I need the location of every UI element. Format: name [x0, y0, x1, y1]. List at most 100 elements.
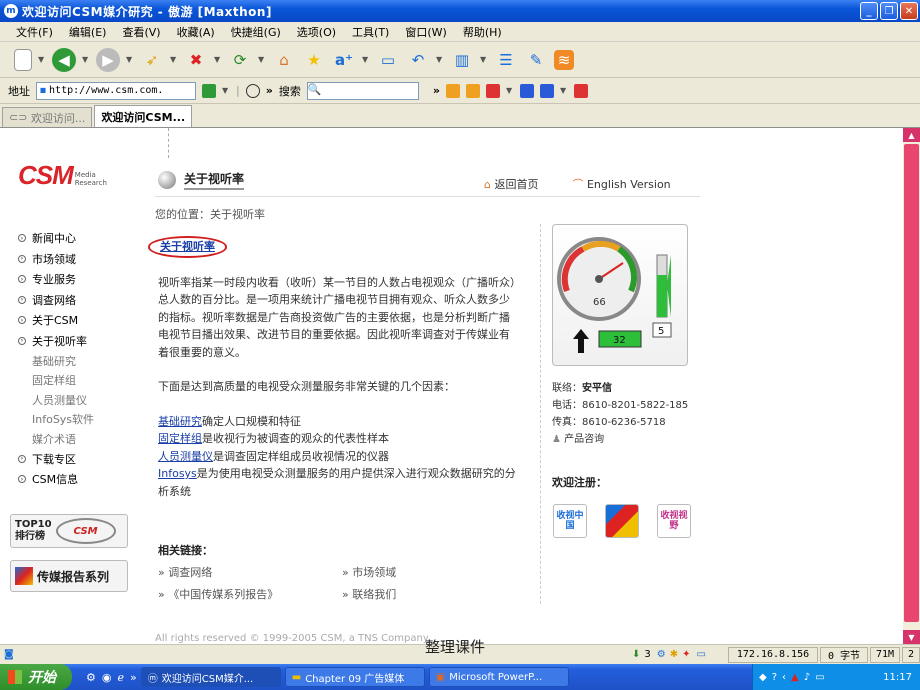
antivirus-icon[interactable]: ▲: [791, 672, 799, 683]
chevron-down-icon[interactable]: ▼: [170, 55, 178, 64]
refresh-icon[interactable]: ⟳: [228, 48, 252, 72]
close-tab-icon[interactable]: [485, 83, 500, 98]
overflow-icon[interactable]: »: [130, 671, 137, 684]
quicklaunch-icon[interactable]: ◉: [102, 671, 112, 684]
menu-file[interactable]: 文件(F): [16, 24, 53, 40]
download-icon[interactable]: ⬇: [632, 649, 640, 660]
restore-tab-icon[interactable]: [539, 83, 554, 98]
english-link[interactable]: ⌒ English Version: [572, 176, 670, 192]
chevron-down-icon[interactable]: ▼: [82, 55, 90, 64]
task-folder[interactable]: ▬ Chapter 09 广告媒体: [284, 667, 425, 687]
new-page-icon[interactable]: [14, 48, 32, 71]
factor-link-panel[interactable]: 固定样组: [158, 432, 202, 445]
register-media-icon[interactable]: [605, 504, 639, 538]
menu-edit[interactable]: 编辑(E): [69, 24, 107, 40]
product-consult-link[interactable]: ♟ 产品咨询: [552, 431, 688, 448]
article-heading[interactable]: 关于视听率: [148, 236, 227, 258]
chevron-down-icon[interactable]: ▼: [38, 55, 46, 64]
nav-item-survey[interactable]: › 调查网络: [18, 290, 94, 311]
menu-view[interactable]: 查看(V): [122, 24, 160, 40]
nav-item-services[interactable]: › 专业服务: [18, 269, 94, 290]
nav-item-market[interactable]: › 市场领域: [18, 249, 94, 270]
factor-link-peoplemeter[interactable]: 人员测量仪: [158, 450, 213, 463]
quicklaunch-icon[interactable]: ℯ: [117, 671, 124, 684]
nav-subitem-infosys[interactable]: InfoSys软件: [18, 410, 94, 430]
factor-link-infosys[interactable]: Infosys: [158, 467, 197, 480]
help-icon[interactable]: ?: [772, 672, 777, 683]
scroll-down-icon[interactable]: ▼: [903, 630, 920, 644]
chevron-down-icon[interactable]: ▼: [222, 86, 230, 95]
maximize-button[interactable]: ❐: [880, 2, 898, 20]
home-link[interactable]: ⌂ 返回首页: [484, 176, 538, 192]
nav-subitem-glossary[interactable]: 媒介术语: [18, 429, 94, 449]
ad-block-icon[interactable]: ✱: [670, 649, 678, 660]
nav-item-about-rating[interactable]: › 关于视听率: [18, 331, 94, 352]
register-china-icon[interactable]: 收视中国: [553, 504, 587, 538]
home-icon[interactable]: ⌂: [272, 48, 296, 72]
register-vision-icon[interactable]: 收视视野: [657, 504, 691, 538]
nav-item-news[interactable]: › 新闻中心: [18, 228, 94, 249]
monitor-icon[interactable]: ▭: [815, 672, 824, 683]
chevron-down-icon[interactable]: ▼: [436, 55, 444, 64]
up-icon[interactable]: ➶: [140, 48, 164, 72]
minimize-tab-icon[interactable]: [519, 83, 534, 98]
nav-subitem-peoplemeter[interactable]: 人员测量仪: [18, 390, 94, 410]
overflow-icon[interactable]: »: [433, 84, 440, 97]
prev-tab-icon[interactable]: [445, 83, 460, 98]
favorites-star-icon[interactable]: ★: [302, 48, 326, 72]
minimize-button[interactable]: _: [860, 2, 878, 20]
related-link-contact[interactable]: » 联络我们: [342, 586, 462, 602]
search-input[interactable]: 🔍: [306, 81, 419, 100]
translate-icon[interactable]: a⁺: [332, 48, 356, 72]
overflow-icon[interactable]: »: [266, 84, 273, 97]
nav-item-csm-info[interactable]: › CSM信息: [18, 469, 94, 490]
list-icon[interactable]: ☰: [494, 48, 518, 72]
chevron-down-icon[interactable]: ▼: [126, 55, 134, 64]
chevron-down-icon[interactable]: ▼: [560, 86, 568, 95]
lang-icon[interactable]: ‹: [782, 672, 786, 683]
scrollbar-thumb[interactable]: [904, 144, 919, 622]
screen-icon[interactable]: ▭: [376, 48, 400, 72]
close-button[interactable]: ✕: [900, 2, 918, 20]
next-tab-icon[interactable]: [465, 83, 480, 98]
related-link-survey[interactable]: » 调查网络: [158, 564, 342, 580]
rss-icon[interactable]: ≋: [554, 49, 574, 70]
volume-icon[interactable]: ♪: [804, 672, 810, 683]
menu-help[interactable]: 帮助(H): [463, 24, 502, 40]
nav-item-about-csm[interactable]: › 关于CSM: [18, 310, 94, 331]
vertical-scrollbar[interactable]: ▲ ▼: [903, 128, 920, 644]
chevron-down-icon[interactable]: ▼: [258, 55, 266, 64]
scroll-up-icon[interactable]: ▲: [903, 128, 920, 142]
address-field[interactable]: ◼ http://www.csm.com.: [36, 81, 196, 100]
report-series-badge[interactable]: 传媒报告系列: [10, 560, 128, 592]
task-powerpoint[interactable]: ▣ Microsoft PowerP...: [428, 667, 569, 687]
proxy-icon[interactable]: ✦: [682, 649, 690, 660]
task-maxthon[interactable]: ⓜ 欢迎访问CSM媒介...: [140, 667, 281, 687]
start-button[interactable]: 开始: [0, 664, 72, 690]
undo-icon[interactable]: ↶: [406, 48, 430, 72]
stop-icon[interactable]: ✖: [184, 48, 208, 72]
columns-icon[interactable]: ▥: [450, 48, 474, 72]
factor-link-basic-research[interactable]: 基础研究: [158, 415, 202, 428]
chevron-down-icon[interactable]: ▼: [506, 86, 514, 95]
menu-tools[interactable]: 工具(T): [352, 24, 389, 40]
related-link-report[interactable]: » 《中国传媒系列报告》: [158, 586, 342, 602]
edit-icon[interactable]: ✎: [524, 48, 548, 72]
menu-groups[interactable]: 快捷组(G): [231, 24, 281, 40]
tab-welcome-csm[interactable]: 欢迎访问CSM...: [94, 105, 193, 127]
close-all-icon[interactable]: [573, 83, 588, 98]
chevron-down-icon[interactable]: ▼: [214, 55, 222, 64]
menu-options[interactable]: 选项(O): [297, 24, 336, 40]
network-icon[interactable]: ◆: [759, 672, 767, 683]
back-icon[interactable]: ◀: [52, 47, 76, 72]
go-icon[interactable]: [202, 83, 216, 98]
filter-icon[interactable]: ⚙: [657, 649, 666, 660]
nav-subitem-panel[interactable]: 固定样组: [18, 371, 94, 391]
tab-welcome-1[interactable]: ⊂⊃ 欢迎访问...: [2, 107, 93, 127]
chevron-down-icon[interactable]: ▼: [362, 55, 370, 64]
top10-badge[interactable]: TOP10 排行榜 CSM: [10, 514, 128, 548]
screen-icon[interactable]: ▭: [697, 649, 706, 660]
menu-window[interactable]: 窗口(W): [405, 24, 446, 40]
forward-icon[interactable]: ▶: [96, 47, 120, 72]
compass-icon[interactable]: [245, 83, 260, 98]
